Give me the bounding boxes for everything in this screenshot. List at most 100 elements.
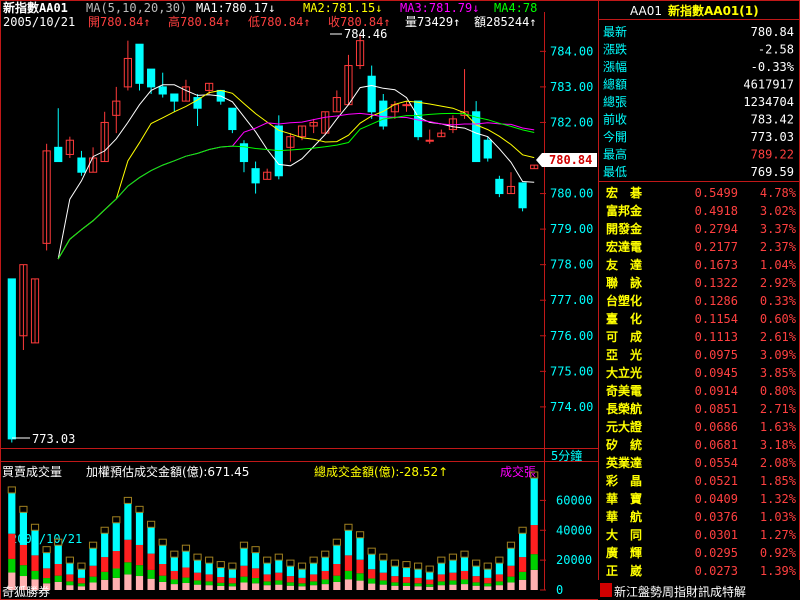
stock-row[interactable]: 華 航 0.0376 1.03%	[606, 509, 797, 524]
volume-bar-segment	[426, 572, 434, 580]
volume-tick-label: 40000	[556, 523, 592, 537]
volume-bar-outline	[181, 544, 191, 552]
stock-row[interactable]: 台塑化 0.1286 0.33%	[606, 293, 797, 308]
volume-bar-segment	[193, 560, 202, 573]
candle-body	[379, 100, 388, 127]
quote-label: 今開	[603, 129, 627, 144]
volume-bar-segment	[263, 581, 271, 586]
stock-row[interactable]: 宏 碁 0.5499 4.78%	[606, 185, 797, 200]
stock-name: 長榮航	[606, 401, 642, 416]
stock-row[interactable]: 臺 化 0.1154 0.60%	[606, 311, 797, 326]
stock-row[interactable]: 大 同 0.0301 1.27%	[606, 527, 797, 542]
volume-bar-segment	[66, 581, 74, 586]
volume-bar-segment	[251, 578, 260, 584]
volume-bar-segment	[449, 572, 457, 581]
volume-bar-segment	[193, 584, 202, 590]
volume-bar-outline	[170, 550, 179, 558]
volume-bar-segment	[298, 569, 306, 578]
stock-row[interactable]: 長榮航 0.0851 2.71%	[606, 401, 797, 416]
volume-bar-outline	[42, 546, 51, 554]
volume-tick-label: 60000	[556, 493, 592, 507]
stock-row[interactable]: 英業達 0.0554 2.08%	[606, 455, 797, 470]
ma2-value: MA2:781.15↓	[303, 1, 382, 15]
quote-value: 789.22	[751, 148, 794, 162]
stock-name: 大立光	[606, 365, 642, 380]
stock-row[interactable]: 廣 輝 0.0295 0.92%	[606, 545, 797, 560]
stock-contribution: 0.0376	[695, 510, 738, 524]
stock-row[interactable]: 開發金 0.2794 3.37%	[606, 221, 797, 236]
volume-bar-segment	[344, 555, 353, 571]
interval-label[interactable]: 5分鐘	[551, 448, 582, 463]
stock-row[interactable]: 矽 統 0.0681 3.18%	[606, 437, 797, 452]
volume-bar-outline	[460, 550, 469, 558]
volume-value: 量73429↑	[405, 15, 460, 29]
volume-bar-segment	[54, 581, 62, 590]
volume-bar-segment	[77, 577, 86, 584]
volume-bar-segment	[54, 564, 62, 576]
volume-bar-segment	[286, 582, 295, 586]
volume-bar-segment	[77, 583, 86, 587]
volume-bar-segment	[391, 566, 399, 577]
stock-row[interactable]: 元大證 0.0686 1.63%	[606, 419, 797, 434]
contribution-list[interactable]: 宏 碁 0.5499 4.78% 富邦金 0.4918 3.02% 開發金 0.2794 3.3…	[605, 185, 797, 578]
stock-change-pct: 2.37%	[760, 240, 797, 254]
stock-row[interactable]: 亞 光 0.0975 3.09%	[606, 347, 797, 362]
volume-bar-outline	[495, 556, 504, 564]
stock-name: 正 崴	[606, 563, 642, 578]
volume-bar-segment	[54, 545, 62, 565]
volume-bar-segment	[205, 563, 213, 575]
stock-row[interactable]: 正 崴 0.0273 1.39%	[606, 563, 797, 578]
volume-bar-segment	[507, 565, 515, 577]
volume-bar-segment	[518, 579, 527, 590]
volume-bar-outline	[437, 556, 446, 564]
price-tick-label: 777.00	[550, 293, 593, 307]
volume-bar-outline	[7, 486, 16, 494]
stock-row[interactable]: 奇美電 0.0914 0.80%	[606, 383, 797, 398]
volume-bar-segment	[495, 585, 503, 590]
stock-row[interactable]: 友 達 0.1673 1.04%	[605, 257, 797, 272]
stock-row[interactable]: 可 成 0.1113 2.61%	[606, 329, 797, 344]
volume-bar-segment	[298, 583, 306, 587]
volume-bar-segment	[344, 570, 353, 580]
stock-contribution: 0.0914	[695, 384, 738, 398]
stock-row[interactable]: 富邦金 0.4918 3.02%	[606, 203, 797, 218]
stock-row[interactable]: 聯 詠 0.1322 2.92%	[606, 275, 797, 290]
volume-bar-outline	[414, 562, 423, 570]
stock-row[interactable]: 華 寶 0.0409 1.32%	[606, 491, 797, 506]
volume-bar-segment	[402, 577, 411, 583]
volume-bar-segment	[321, 584, 329, 590]
quote-code: AA01	[630, 4, 662, 18]
volume-bar-segment	[182, 567, 190, 578]
stock-name: 華 寶	[606, 491, 642, 506]
volume-bar-outline	[112, 516, 121, 524]
high-marker-label: 784.46	[344, 27, 387, 41]
volume-bar-segment	[112, 577, 120, 590]
high-value: 高780.84↑	[168, 14, 231, 29]
stock-contribution: 0.0301	[695, 528, 738, 542]
volume-bar-segment	[379, 580, 387, 585]
volume-bar-segment	[182, 551, 190, 568]
news-ticker[interactable]: 新江盤勢周指財訊成特解	[614, 584, 746, 599]
volume-bar-segment	[159, 581, 167, 590]
stock-row[interactable]: 大立光 0.0945 3.85%	[606, 365, 797, 380]
stock-change-pct: 0.60%	[760, 312, 797, 326]
candle-body	[7, 278, 16, 440]
volume-bar-outline	[448, 553, 458, 561]
volume-bar-segment	[159, 545, 167, 565]
stock-name: 臺 化	[606, 311, 642, 326]
volume-bar-segment	[228, 586, 236, 590]
candle-body	[158, 86, 167, 95]
volume-bar-outline	[332, 538, 341, 546]
volume-bar-segment	[391, 576, 399, 583]
price-tick-label: 778.00	[550, 258, 593, 272]
candle-body	[193, 97, 202, 109]
stock-row[interactable]: 宏達電 0.2177 2.37%	[606, 239, 797, 254]
volume-bar-outline	[367, 547, 376, 555]
quote-label: 最高	[603, 147, 627, 162]
candle-body	[228, 107, 237, 131]
stock-row[interactable]: 彩 晶 0.0521 1.85%	[605, 473, 797, 488]
price-tick-label: 784.00	[550, 44, 593, 58]
stock-name: 可 成	[606, 329, 642, 344]
amount-value: 額285244↑	[474, 15, 537, 29]
candle-body	[483, 139, 492, 159]
